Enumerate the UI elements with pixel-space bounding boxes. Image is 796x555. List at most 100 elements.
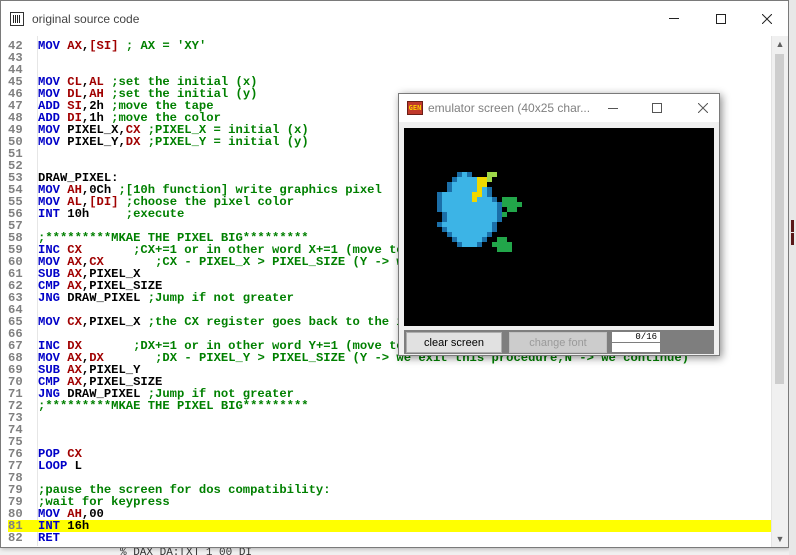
stamen-pixel	[477, 182, 482, 187]
code-token: ;PIXEL_Y = initial (y)	[140, 135, 309, 149]
petal-pixel	[487, 197, 492, 202]
code-line[interactable]: 79 ;wait for keypress	[8, 496, 773, 508]
petal-pixel	[472, 212, 477, 217]
petal-pixel	[482, 192, 487, 197]
petal-pixel	[482, 212, 487, 217]
petal-pixel	[447, 182, 452, 187]
leaf-pixel	[507, 197, 512, 202]
petal-pixel	[472, 187, 477, 192]
code-line[interactable]: 74	[8, 424, 773, 436]
stamen-tip-pixel	[487, 177, 492, 182]
scroll-down-icon[interactable]: ▼	[775, 534, 785, 544]
scroll-up-icon[interactable]: ▲	[775, 39, 785, 49]
petal-pixel	[482, 197, 487, 202]
emulator-maximize-button[interactable]	[642, 94, 672, 122]
petal-pixel	[482, 217, 487, 222]
source-window-title: original source code	[32, 11, 140, 26]
code-token: CX	[67, 315, 82, 329]
leaf-pixel	[512, 197, 517, 202]
leaf-pixel	[507, 247, 512, 252]
petal-pixel	[462, 242, 467, 247]
petal-pixel	[442, 192, 447, 197]
petal-pixel	[452, 232, 457, 237]
petal-pixel	[457, 187, 462, 192]
code-line[interactable]: 43	[8, 52, 773, 64]
petal-pixel	[452, 177, 457, 182]
code-line[interactable]: 72 ;*********MKAE THE PIXEL BIG*********	[8, 400, 773, 412]
code-line[interactable]: 77 LOOP L	[8, 460, 773, 472]
emulator-titlebar[interactable]: GEN emulator screen (40x25 char...	[399, 94, 719, 122]
petal-pixel	[442, 207, 447, 212]
petal-pixel	[482, 202, 487, 207]
code-line-current[interactable]: 81 INT 16h	[8, 520, 773, 532]
code-line[interactable]: 80 MOV AH,00	[8, 508, 773, 520]
petal-pixel	[477, 232, 482, 237]
petal-pixel	[452, 227, 457, 232]
petal-pixel	[462, 172, 467, 177]
petal-pixel	[487, 192, 492, 197]
petal-pixel	[437, 197, 442, 202]
petal-pixel	[457, 232, 462, 237]
petal-pixel	[497, 212, 502, 217]
code-token: ,PIXEL_X	[81, 315, 141, 329]
leaf-pixel	[502, 197, 507, 202]
petal-pixel	[462, 232, 467, 237]
petal-pixel	[472, 202, 477, 207]
code-token: 10h	[67, 207, 90, 221]
code-line[interactable]: 76 POP CX	[8, 448, 773, 460]
maximize-button[interactable]	[698, 1, 744, 36]
leaf-pixel	[502, 202, 507, 207]
petal-pixel	[487, 212, 492, 217]
petal-pixel	[472, 207, 477, 212]
petal-pixel	[452, 192, 457, 197]
leaf-pixel	[502, 212, 507, 217]
petal-pixel	[447, 222, 452, 227]
petal-pixel	[467, 242, 472, 247]
code-token: AX	[67, 39, 82, 53]
code-token: MOV	[38, 315, 68, 329]
leaf-pixel	[497, 247, 502, 252]
petal-pixel	[487, 187, 492, 192]
petal-pixel	[477, 237, 482, 242]
minimize-button[interactable]	[651, 1, 697, 36]
source-window-titlebar[interactable]: original source code	[1, 1, 788, 36]
emulator-display	[404, 128, 714, 326]
change-font-button[interactable]: change font	[509, 332, 607, 353]
close-button[interactable]	[744, 1, 790, 36]
stamen-tip-pixel	[487, 172, 492, 177]
petal-pixel	[447, 217, 452, 222]
code-line[interactable]: 82 RET	[8, 532, 773, 544]
petal-pixel	[457, 192, 462, 197]
vertical-scrollbar[interactable]: ▲ ▼	[771, 36, 788, 547]
code-line[interactable]: 73	[8, 412, 773, 424]
code-line[interactable]: 42 MOV AX,[SI] ; AX = 'XY'	[8, 40, 773, 52]
petal-pixel	[447, 227, 452, 232]
petal-pixel	[442, 202, 447, 207]
petal-pixel	[457, 172, 462, 177]
code-token: JNG	[38, 291, 68, 305]
clear-screen-button[interactable]: clear screen	[406, 332, 502, 353]
petal-pixel	[457, 212, 462, 217]
petal-pixel	[467, 217, 472, 222]
petal-pixel	[452, 197, 457, 202]
leaf-pixel	[507, 202, 512, 207]
emulator-minimize-button[interactable]	[598, 94, 628, 122]
petal-pixel	[477, 222, 482, 227]
petal-pixel	[477, 207, 482, 212]
stamen-pixel	[482, 177, 487, 182]
stamen-pixel	[472, 197, 477, 202]
emulator-close-button[interactable]	[688, 94, 718, 122]
petal-pixel	[492, 212, 497, 217]
petal-pixel	[492, 197, 497, 202]
petal-pixel	[477, 197, 482, 202]
petal-pixel	[492, 227, 497, 232]
petal-pixel	[457, 237, 462, 242]
leaf-pixel	[517, 202, 522, 207]
petal-pixel	[447, 197, 452, 202]
petal-pixel	[492, 202, 497, 207]
scroll-thumb[interactable]	[775, 54, 784, 384]
petal-pixel	[462, 182, 467, 187]
code-line[interactable]: 75	[8, 436, 773, 448]
stamen-pixel	[477, 187, 482, 192]
petal-pixel	[497, 202, 502, 207]
